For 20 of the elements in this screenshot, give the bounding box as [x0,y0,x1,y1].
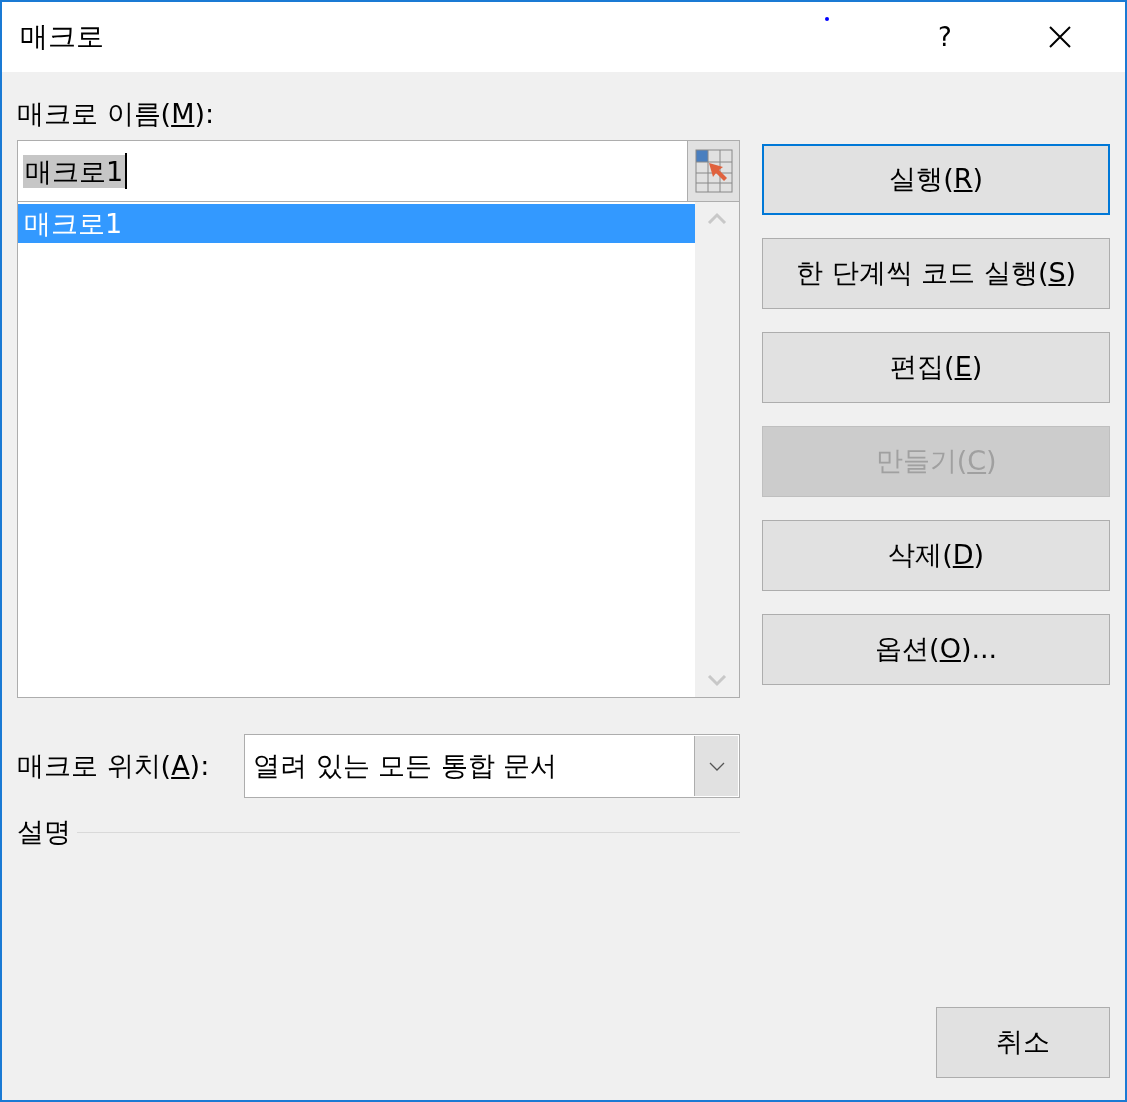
cancel-button[interactable]: 취소 [936,1007,1110,1078]
scroll-up-icon[interactable] [707,212,728,225]
chevron-down-icon [708,761,725,771]
grid-arrow-icon [694,149,733,194]
action-button[interactable]: 삭제(D) [762,520,1110,591]
macro-location-label: 매크로 위치(A): [17,749,211,784]
macro-location-dropdown[interactable]: 열려 있는 모든 통합 문서 [244,734,741,799]
description-label: 설명 [17,815,71,850]
macro-name-label: 매크로 이름(M): [17,98,216,131]
macro-name-field[interactable]: 매크로1 [17,140,741,203]
close-icon [1049,26,1071,48]
action-button[interactable]: 실행(R) [762,144,1110,215]
scroll-down-icon[interactable] [707,675,728,688]
help-button[interactable]: ? [895,17,995,57]
action-button[interactable]: 한 단계씩 코드 실행(S) [762,238,1110,309]
cell-reference-button[interactable] [687,141,740,202]
action-button[interactable]: 옵션(O)... [762,614,1110,685]
action-button[interactable]: 편집(E) [762,332,1110,403]
dot-icon [825,16,829,21]
window-title: 매크로 [20,19,105,55]
